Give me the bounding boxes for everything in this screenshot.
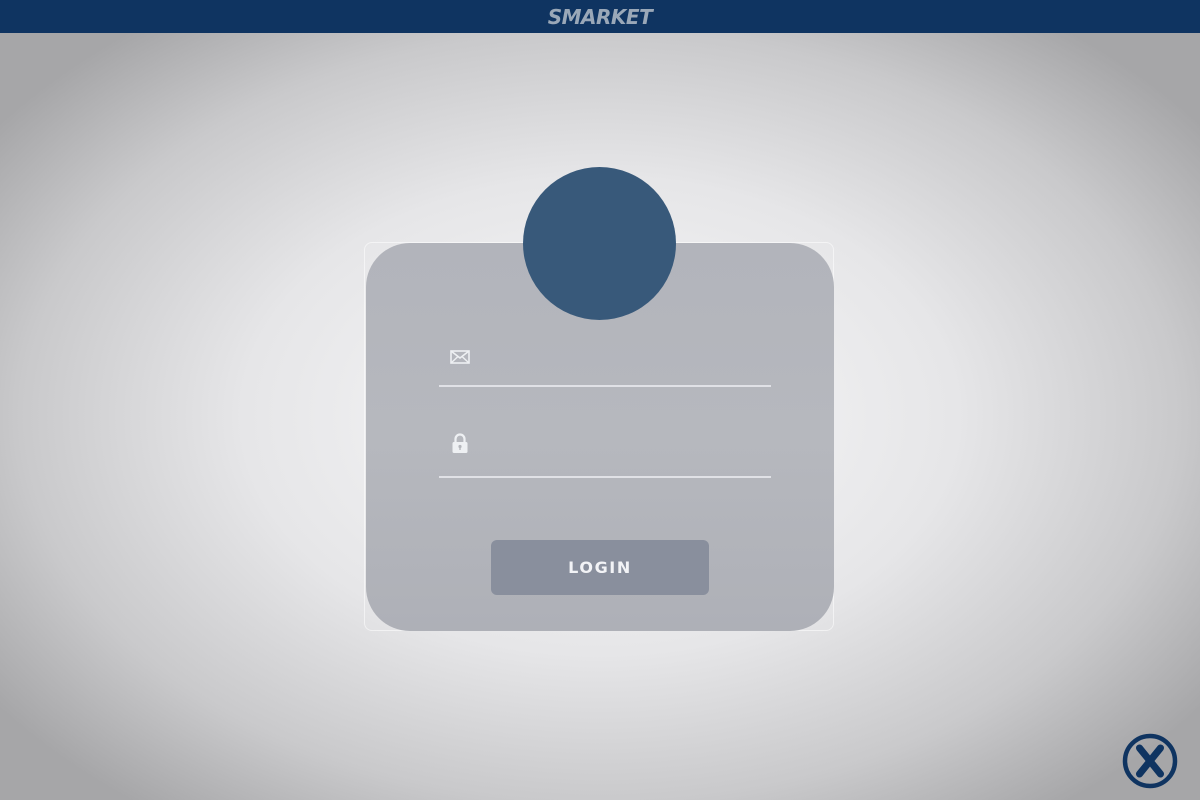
top-bar: SMARKET	[0, 0, 1200, 33]
password-field	[439, 424, 771, 478]
lock-icon	[449, 432, 471, 454]
email-input[interactable]	[487, 344, 767, 372]
close-button[interactable]	[1122, 733, 1178, 789]
password-input[interactable]	[487, 432, 767, 460]
close-circle-icon	[1122, 733, 1178, 789]
login-button[interactable]: LOGIN	[491, 540, 709, 595]
envelope-icon	[449, 346, 471, 368]
email-field	[439, 336, 771, 387]
brand-logo: SMARKET	[547, 5, 653, 29]
avatar	[523, 167, 676, 320]
